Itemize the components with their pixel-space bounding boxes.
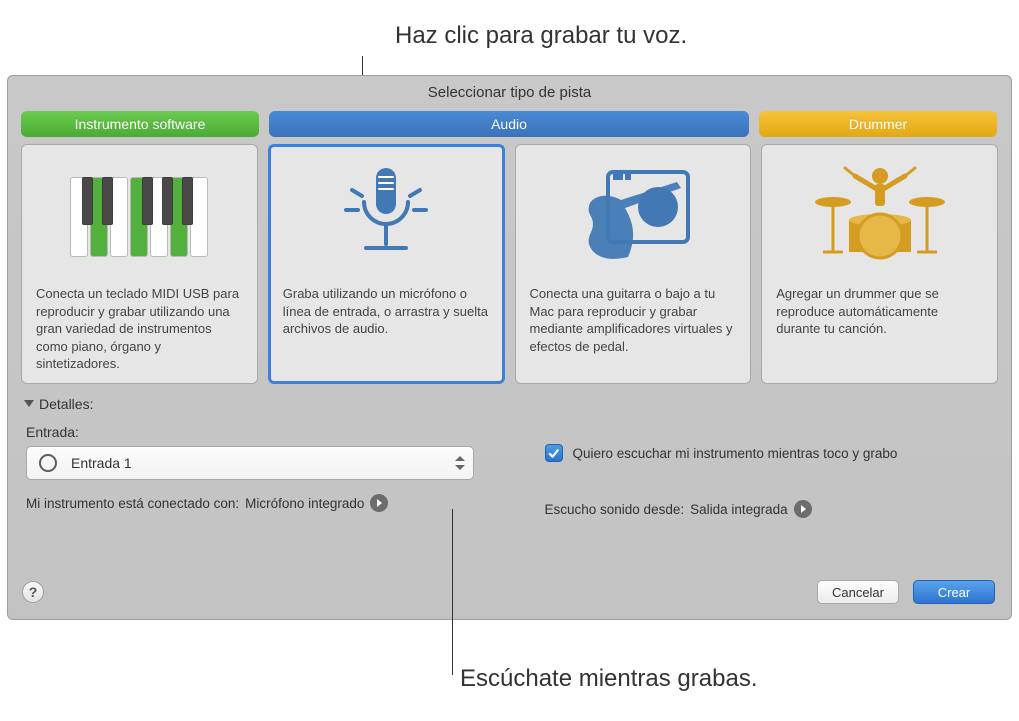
guitar-amp-icon [524,153,743,281]
card-software-instrument[interactable]: Conecta un teclado MIDI USB para reprodu… [21,144,258,384]
tab-drummer[interactable]: Drummer [759,111,997,137]
monitor-checkbox-label: Quiero escuchar mi instrumento mientras … [573,446,898,461]
monitoring-column: Quiero escuchar mi instrumento mientras … [545,424,994,518]
output-prefix: Escucho sonido desde: [545,502,685,517]
output-value: Salida integrada [690,502,788,517]
details-label: Detalles: [39,396,93,412]
mono-channel-icon [39,454,57,472]
card-software-desc: Conecta un teclado MIDI USB para reprodu… [30,281,249,373]
card-drummer-desc: Agregar un drummer que se reproduce auto… [770,281,989,338]
window-title: Seleccionar tipo de pista [8,76,1011,111]
tab-bar: Instrumento software Audio Drummer [8,111,1011,137]
help-button[interactable]: ? [22,581,44,603]
card-mic-desc: Graba utilizando un micrófono o línea de… [277,281,496,338]
input-connected-prefix: Mi instrumento está conectado con: [26,496,239,511]
drummer-icon [770,153,989,281]
microphone-icon [277,153,496,281]
input-label: Entrada: [26,424,475,440]
callout-bottom-leader [452,509,453,675]
track-type-chooser-window: Seleccionar tipo de pista Instrumento so… [7,75,1012,620]
callout-top-text: Haz clic para grabar tu voz. [395,22,687,50]
keyboard-icon [30,153,249,281]
output-settings-arrow[interactable] [794,500,812,518]
details-disclosure[interactable]: Detalles: [24,396,93,412]
input-select[interactable]: Entrada 1 [26,446,474,480]
card-audio-mic[interactable]: Graba utilizando un micrófono o línea de… [268,144,505,384]
card-guitar-desc: Conecta una guitarra o bajo a tu Mac par… [524,281,743,355]
card-audio-guitar[interactable]: Conecta una guitarra o bajo a tu Mac par… [515,144,752,384]
popup-arrows-icon [455,456,465,470]
input-settings-arrow[interactable] [370,494,388,512]
tab-audio[interactable]: Audio [269,111,749,137]
card-row: Conecta un teclado MIDI USB para reprodu… [8,137,1011,384]
callout-bottom-text: Escúchate mientras grabas. [460,665,757,693]
create-button[interactable]: Crear [913,580,995,604]
input-column: Entrada: Entrada 1 Mi instrumento está c… [26,424,475,518]
input-connected-value: Micrófono integrado [245,496,364,511]
input-selected-value: Entrada 1 [71,455,455,471]
footer-bar: ? Cancelar Crear [14,571,1005,613]
cancel-button[interactable]: Cancelar [817,580,899,604]
tab-software-instrument[interactable]: Instrumento software [21,111,259,137]
card-drummer[interactable]: Agregar un drummer que se reproduce auto… [761,144,998,384]
details-body: Entrada: Entrada 1 Mi instrumento está c… [8,412,1011,518]
monitor-checkbox[interactable] [545,444,563,462]
disclosure-triangle-icon [24,400,34,407]
